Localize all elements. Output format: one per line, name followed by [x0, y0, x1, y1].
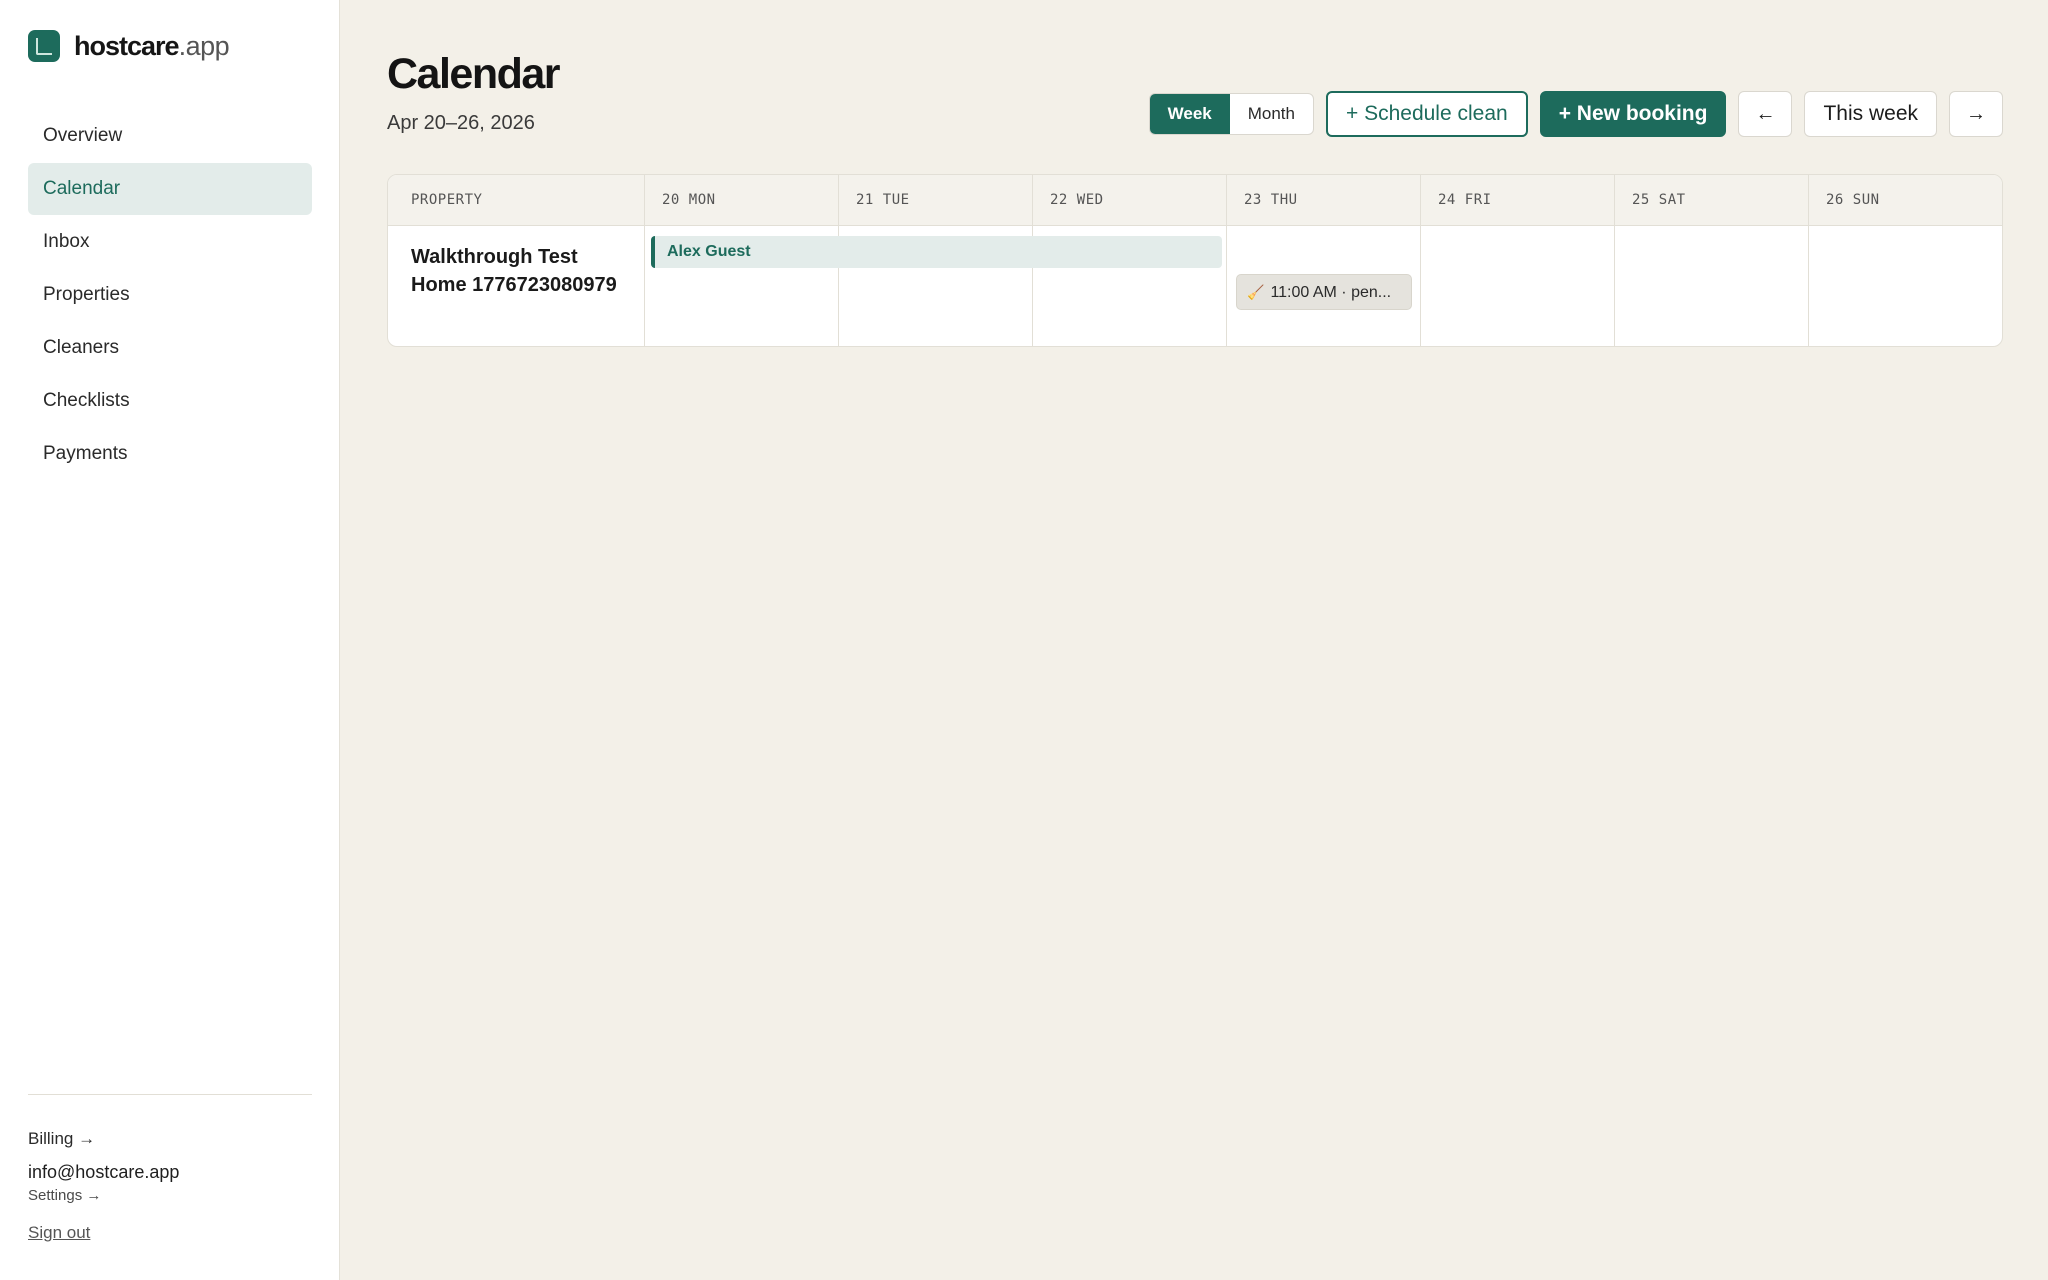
previous-week-button[interactable]: ←	[1738, 91, 1793, 137]
day-header-sun: 26 SUN	[1826, 192, 1880, 208]
calendar-toolbar: Week Month + Schedule clean + New bookin…	[1148, 91, 2003, 137]
view-month-button[interactable]: Month	[1230, 94, 1313, 134]
broom-icon: 🧹	[1247, 284, 1265, 300]
billing-link[interactable]: Billing →	[28, 1126, 179, 1152]
view-week-button[interactable]: Week	[1149, 94, 1230, 134]
day-header-wed: 22 WED	[1033, 175, 1227, 226]
page-title: Calendar	[387, 50, 561, 98]
this-week-button[interactable]: This week	[1804, 91, 1937, 137]
day-header-fri: 24 FRI	[1421, 175, 1615, 226]
sidebar-nav: Overview Calendar Inbox Properties Clean…	[28, 110, 312, 481]
sidebar: hostcare.app Overview Calendar Inbox Pro…	[0, 0, 340, 1280]
day-header-sat: 25 SAT	[1615, 175, 1809, 226]
app-logo-icon	[28, 30, 60, 62]
date-range: Apr 20–26, 2026	[387, 112, 535, 134]
settings-link[interactable]: Settings →	[28, 1185, 179, 1207]
booking-bar[interactable]: Alex Guest	[651, 236, 1222, 268]
user-email: info@hostcare.app	[28, 1162, 180, 1182]
sidebar-item-inbox[interactable]: Inbox	[28, 216, 312, 268]
day-header-thu: 23 THU	[1227, 175, 1421, 226]
sidebar-item-overview[interactable]: Overview	[28, 110, 312, 162]
view-toggle: Week Month	[1148, 93, 1314, 135]
clean-event-chip[interactable]: 🧹 11:00 AM · pen...	[1236, 274, 1412, 310]
sidebar-item-properties[interactable]: Properties	[28, 269, 312, 321]
day-header-mon: 20 MON	[645, 175, 839, 226]
clean-event-label: 11:00 AM · pen...	[1270, 284, 1392, 301]
property-name[interactable]: Walkthrough Test Home 1776723080979	[411, 243, 621, 299]
brand[interactable]: hostcare.app	[28, 30, 230, 62]
day-cell-fri[interactable]	[1421, 226, 1615, 346]
next-week-button[interactable]: →	[1949, 91, 2003, 137]
brand-name-tld: .app	[178, 30, 230, 61]
day-cell-sun[interactable]	[1809, 226, 2002, 346]
week-calendar-grid: PROPERTY 20 MON 21 TUE 22 WED 23 THU 24 …	[387, 174, 2003, 347]
sidebar-divider	[28, 1094, 312, 1095]
calendar-header-row: PROPERTY 20 MON 21 TUE 22 WED 23 THU 24 …	[388, 175, 2002, 226]
day-header-tue: 21 TUE	[839, 175, 1033, 226]
new-booking-button[interactable]: + New booking	[1539, 91, 1727, 137]
sidebar-footer: Billing → info@hostcare.app Settings → S…	[28, 1126, 179, 1245]
property-column-header: PROPERTY	[388, 175, 645, 226]
brand-name: hostcare.app	[74, 30, 230, 62]
schedule-clean-button[interactable]: + Schedule clean	[1325, 91, 1528, 137]
sidebar-item-cleaners[interactable]: Cleaners	[28, 322, 312, 374]
sign-out-link[interactable]: Sign out	[28, 1221, 179, 1245]
brand-name-main: hostcare	[74, 30, 180, 61]
sidebar-item-calendar[interactable]: Calendar	[28, 163, 312, 215]
sidebar-item-checklists[interactable]: Checklists	[28, 375, 312, 427]
sidebar-item-payments[interactable]: Payments	[28, 428, 312, 480]
day-cell-sat[interactable]	[1615, 226, 1809, 346]
